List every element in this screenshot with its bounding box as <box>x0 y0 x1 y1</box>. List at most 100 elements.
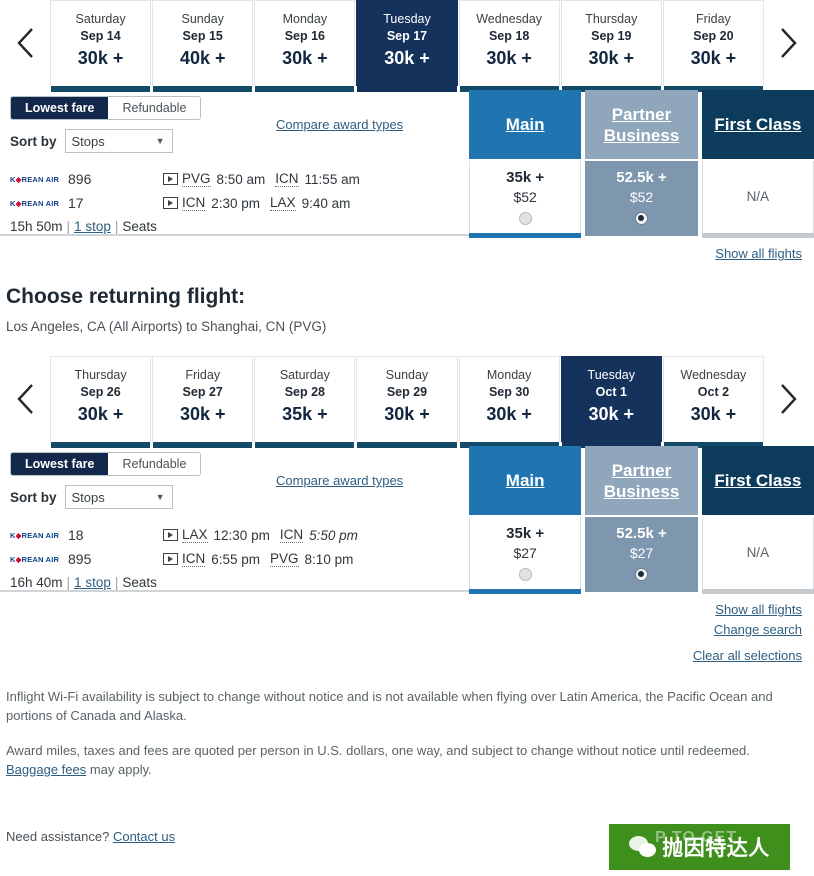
arrival-time: 5:50 pm <box>309 527 358 543</box>
outbound-cabin-header[interactable]: Partner Business <box>585 90 698 159</box>
outbound-next-arrow[interactable] <box>764 0 812 86</box>
outbound-date-tile[interactable]: Sunday Sep 15 40k + <box>152 0 254 92</box>
outbound-fare-cell[interactable]: 35k + $52 <box>469 161 582 238</box>
flight-number: 17 <box>68 195 84 211</box>
fare-not-available: N/A <box>746 188 770 204</box>
fare-radio-button[interactable] <box>518 211 532 225</box>
origin-airport-code[interactable]: PVG <box>182 171 211 187</box>
fare-radio-button[interactable] <box>634 567 648 581</box>
returning-compare-award-types-link[interactable]: Compare award types <box>276 473 403 488</box>
clear-all-selections-link[interactable]: Clear all selections <box>693 648 802 663</box>
flight-duration: 15h 50m <box>10 219 63 234</box>
date-tile-day-of-week: Tuesday <box>383 12 431 26</box>
outbound-cabin-header[interactable]: Main <box>469 90 582 159</box>
seats-label[interactable]: Seats <box>122 219 157 234</box>
baggage-fees-link[interactable]: Baggage fees <box>6 762 86 777</box>
destination-airport-code[interactable]: LAX <box>270 195 296 211</box>
destination-airport-code[interactable]: PVG <box>270 551 299 567</box>
returning-next-arrow[interactable] <box>764 356 812 442</box>
returning-fare-cell[interactable]: 35k + $27 <box>469 517 582 594</box>
returning-prev-arrow[interactable] <box>2 356 50 442</box>
play-video-icon[interactable] <box>163 197 178 209</box>
date-tile-miles: 30k + <box>690 404 737 424</box>
returning-date-tile[interactable]: Tuesday Oct 1 30k + <box>560 356 662 448</box>
date-tile-miles: 30k + <box>77 404 124 424</box>
wechat-icon <box>629 836 657 858</box>
seats-label[interactable]: Seats <box>122 575 157 590</box>
fare-radio-button[interactable] <box>634 211 648 225</box>
change-search-link[interactable]: Change search <box>714 622 802 637</box>
returning-flight-segment: K◆REAN AIR 895 ICN 6:55 pm PVG 8:10 pm <box>10 547 469 571</box>
outbound-show-all-flights-link[interactable]: Show all flights <box>715 246 802 261</box>
outbound-refundable-tab[interactable]: Refundable <box>108 97 201 119</box>
stops-link[interactable]: 1 stop <box>74 575 111 590</box>
play-video-icon[interactable] <box>163 529 178 541</box>
outbound-flight-row: K◆REAN AIR 896 PVG 8:50 am ICN 11:55 am K◆REAN… <box>0 161 814 238</box>
fare-radio-button[interactable] <box>518 567 532 581</box>
outbound-compare-award-types-link[interactable]: Compare award types <box>276 117 403 132</box>
korean-air-logo: K◆REAN AIR <box>10 174 60 184</box>
outbound-sort-label: Sort by <box>10 133 57 149</box>
returning-refundable-tab[interactable]: Refundable <box>108 453 201 475</box>
outbound-cabin-headers: Main Partner Business First Class <box>469 88 814 159</box>
returning-date-tile[interactable]: Thursday Sep 26 30k + <box>50 356 152 448</box>
destination-airport-code[interactable]: ICN <box>275 171 299 187</box>
returning-fare-cell[interactable]: 52.5k + $27 <box>585 517 698 592</box>
date-tile-miles: 35k + <box>282 404 328 424</box>
outbound-fare-cell[interactable]: 52.5k + $52 <box>585 161 698 238</box>
returning-show-all-flights-link[interactable]: Show all flights <box>715 602 802 617</box>
origin-airport-code[interactable]: ICN <box>182 551 206 567</box>
returning-flight-info: K◆REAN AIR 18 LAX 12:30 pm ICN 5:50 pm K◆REAN … <box>0 517 469 592</box>
origin-airport-code[interactable]: LAX <box>182 527 208 543</box>
outbound-date-tile[interactable]: Wednesday Sep 18 30k + <box>458 0 560 92</box>
returning-date-tile[interactable]: Wednesday Oct 2 30k + <box>662 356 764 448</box>
cabin-header-label: First Class <box>714 471 802 490</box>
returning-section-title: Choose returning flight: <box>6 285 246 308</box>
date-tile-day-of-week: Monday <box>486 368 532 382</box>
destination-airport-code[interactable]: ICN <box>279 527 304 543</box>
origin-airport-code[interactable]: ICN <box>182 195 206 211</box>
outbound-date-tile[interactable]: Thursday Sep 19 30k + <box>560 0 662 92</box>
outbound-lowest-fare-tab[interactable]: Lowest fare <box>11 97 109 119</box>
meta-separator: | <box>66 219 71 234</box>
returning-lowest-fare-tab[interactable]: Lowest fare <box>11 453 109 475</box>
outbound-date-tile[interactable]: Monday Sep 16 30k + <box>254 0 356 92</box>
date-tile-date: Sep 28 <box>284 385 325 399</box>
returning-date-tile[interactable]: Saturday Sep 28 35k + <box>254 356 356 448</box>
chevron-left-icon <box>17 28 33 58</box>
play-video-icon[interactable] <box>163 173 178 185</box>
arrival-time: 11:55 am <box>304 171 360 187</box>
meta-separator: | <box>66 575 71 590</box>
returning-fare-cell[interactable]: N/A <box>701 517 814 594</box>
outbound-prev-arrow[interactable] <box>2 0 50 86</box>
returning-show-all-row: Show all flights <box>0 592 814 617</box>
outbound-date-tile[interactable]: Friday Sep 20 30k + <box>662 0 764 92</box>
fare-cell-bottom-bar <box>701 589 814 594</box>
outbound-date-tile[interactable]: Tuesday Sep 17 30k + <box>356 0 458 92</box>
date-tile-miles: 30k + <box>486 404 532 424</box>
arrival-time: 8:10 pm <box>304 551 354 567</box>
returning-date-tile[interactable]: Sunday Sep 29 30k + <box>356 356 458 448</box>
stops-link[interactable]: 1 stop <box>74 219 111 234</box>
fare-cell-bottom-bar <box>585 233 697 238</box>
returning-date-tile[interactable]: Friday Sep 27 30k + <box>152 356 254 448</box>
returning-cabin-header[interactable]: Partner Business <box>585 446 698 515</box>
returning-sort-select[interactable]: Stops ▼ <box>64 485 173 509</box>
returning-fare-cells: 35k + $27 52.5k + $27 N/A <box>469 517 814 594</box>
returning-sort-row: Sort by Stops ▼ <box>10 485 469 509</box>
returning-date-tile[interactable]: Monday Sep 30 30k + <box>458 356 560 448</box>
date-tile-date: Sep 26 <box>80 385 121 399</box>
returning-cabin-header[interactable]: Main <box>469 446 582 515</box>
departure-time: 2:30 pm <box>211 195 261 211</box>
outbound-fare-cell[interactable]: N/A <box>701 161 814 238</box>
korean-air-logo: K◆REAN AIR <box>10 554 60 564</box>
cabin-header-label: Partner Business <box>603 104 680 145</box>
returning-cabin-header[interactable]: First Class <box>701 446 814 515</box>
date-tile-day-of-week: Friday <box>696 12 731 26</box>
outbound-date-tile[interactable]: Saturday Sep 14 30k + <box>50 0 152 92</box>
outbound-sort-select[interactable]: Stops ▼ <box>64 129 173 153</box>
outbound-cabin-header[interactable]: First Class <box>701 90 814 159</box>
play-video-icon[interactable] <box>163 553 178 565</box>
contact-us-link[interactable]: Contact us <box>113 829 175 844</box>
wechat-watermark: 抛因特达人 P TO GET <box>609 824 790 870</box>
